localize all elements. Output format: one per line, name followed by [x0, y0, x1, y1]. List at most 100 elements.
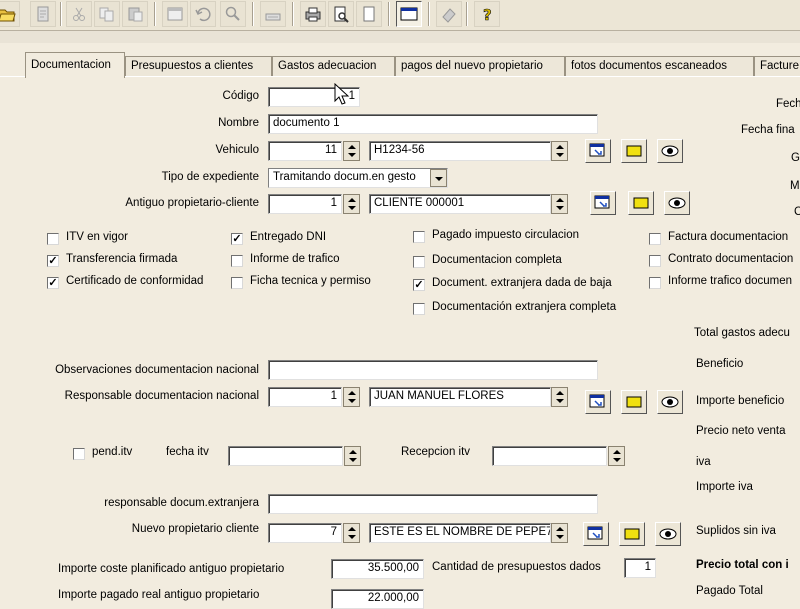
eye-icon: [668, 197, 686, 209]
chevron-down-icon[interactable]: [430, 169, 447, 187]
antiguo-open-button[interactable]: [628, 191, 654, 215]
antiguo-text-field[interactable]: CLIENTE 000001: [369, 194, 551, 214]
antiguo-id-field[interactable]: 1: [268, 194, 342, 214]
informe-trafico-doc-checkbox[interactable]: [649, 277, 661, 289]
vehiculo-view-button[interactable]: [657, 139, 683, 163]
nuevo-view-button[interactable]: [655, 522, 681, 546]
impuesto-label: Pagado impuesto circulacion: [432, 229, 580, 241]
tab-gastos-adecuacion[interactable]: Gastos adecuacion: [272, 56, 395, 77]
eraser-icon[interactable]: [436, 1, 462, 27]
vehiculo-text-field[interactable]: H1234-56: [369, 141, 551, 161]
paste-icon[interactable]: [122, 1, 148, 27]
properties-icon[interactable]: [260, 1, 286, 27]
fecha-itv-spinner[interactable]: [344, 446, 361, 466]
responsable-view-button[interactable]: [657, 390, 683, 414]
eye-icon: [659, 528, 677, 540]
antiguo-lookup-button[interactable]: [590, 191, 616, 215]
right-label-m: M: [790, 180, 800, 192]
print-preview-icon[interactable]: [328, 1, 354, 27]
find-icon[interactable]: [220, 1, 246, 27]
tipo-select[interactable]: Tramitando docum.en gesto: [268, 168, 448, 188]
tab-presupuestos[interactable]: Presupuestos a clientes: [125, 56, 272, 77]
responsable-spinner[interactable]: [343, 387, 360, 407]
vehiculo-spinner[interactable]: [343, 141, 360, 161]
importe-pagado-label: Importe pagado real antiguo propietario: [58, 589, 260, 601]
antiguo-spinner[interactable]: [343, 194, 360, 214]
vehiculo-open-button[interactable]: [621, 139, 647, 163]
new-record-icon[interactable]: [30, 1, 56, 27]
vehiculo-text-spinner[interactable]: [551, 141, 568, 161]
form-view-icon[interactable]: [396, 1, 422, 27]
importe-coste-field[interactable]: 35.500,00: [331, 559, 424, 579]
nombre-field[interactable]: documento 1: [268, 114, 598, 134]
svg-text:?: ?: [483, 6, 492, 23]
help-icon[interactable]: ?: [474, 1, 500, 27]
print-icon[interactable]: [300, 1, 326, 27]
vehiculo-label: Vehiculo: [215, 144, 259, 156]
folder-icon: [626, 145, 642, 157]
nuevo-open-button[interactable]: [619, 522, 645, 546]
nuevo-lookup-button[interactable]: [583, 522, 609, 546]
contrato-doc-label: Contrato documentacion: [668, 253, 794, 265]
tab-pagos[interactable]: pagos del nuevo propietario: [395, 56, 565, 77]
folder-open-icon[interactable]: [0, 1, 20, 27]
nuevo-id-field[interactable]: 7: [268, 523, 342, 543]
importe-pagado-field[interactable]: 22.000,00: [331, 589, 424, 609]
dni-checkbox[interactable]: ✓: [231, 233, 243, 245]
cut-icon[interactable]: [66, 1, 92, 27]
nuevo-spinner[interactable]: [343, 523, 360, 543]
vehiculo-lookup-button[interactable]: [585, 139, 611, 163]
factura-doc-label: Factura documentacion: [668, 231, 789, 243]
responsable-lookup-button[interactable]: [585, 390, 611, 414]
resp-extranjera-field[interactable]: [268, 494, 598, 514]
fecha-itv-label: fecha itv: [166, 446, 209, 458]
tab-fotos[interactable]: fotos documentos escaneados: [565, 56, 754, 77]
undo-icon[interactable]: [190, 1, 216, 27]
blank-page-icon[interactable]: [356, 1, 382, 27]
certificado-checkbox[interactable]: ✓: [47, 277, 59, 289]
vehiculo-id-field[interactable]: 11: [268, 141, 342, 161]
right-label-iva: iva: [696, 456, 711, 468]
itv-vigor-checkbox[interactable]: [47, 233, 59, 245]
nuevo-text-spinner[interactable]: [551, 523, 568, 543]
informe-trafico-label: Informe de trafico: [250, 253, 340, 265]
antiguo-view-button[interactable]: [664, 191, 690, 215]
informe-trafico-checkbox[interactable]: [231, 255, 243, 267]
responsable-id-field[interactable]: 1: [268, 387, 342, 407]
nuevo-label: Nuevo propietario cliente: [131, 523, 259, 535]
folder-icon: [626, 396, 642, 408]
antiguo-text-spinner[interactable]: [551, 194, 568, 214]
tab-documentacion[interactable]: Documentacion: [25, 52, 125, 78]
contrato-doc-checkbox[interactable]: [649, 255, 661, 267]
informe-trafico-doc-label: Informe trafico documen: [668, 275, 793, 287]
copy-icon[interactable]: [94, 1, 120, 27]
doc-extranjera-label: Documentación extranjera completa: [432, 301, 617, 313]
transferencia-checkbox[interactable]: ✓: [47, 255, 59, 267]
fecha-itv-field[interactable]: [228, 446, 343, 466]
tab-factura[interactable]: Facture: [754, 56, 800, 77]
factura-doc-checkbox[interactable]: [649, 233, 661, 245]
responsable-text-spinner[interactable]: [551, 387, 568, 407]
ficha-tecnica-checkbox[interactable]: [231, 277, 243, 289]
responsable-label: Responsable documentacion nacional: [64, 390, 259, 402]
lookup-icon: [587, 526, 603, 540]
doc-baja-checkbox[interactable]: ✓: [413, 279, 425, 291]
observaciones-field[interactable]: [268, 360, 598, 380]
pend-itv-label: pend.itv: [92, 446, 133, 458]
right-label-pagado-total: Pagado Total: [696, 585, 763, 597]
right-label-total-gastos: Total gastos adecu: [694, 327, 790, 339]
mouse-cursor-icon: [334, 83, 350, 105]
doc-extranjera-checkbox[interactable]: [413, 303, 425, 315]
antiguo-label: Antiguo propietario-cliente: [125, 197, 259, 209]
responsable-open-button[interactable]: [621, 390, 647, 414]
pend-itv-checkbox[interactable]: [73, 448, 85, 460]
responsable-text-field[interactable]: JUAN MANUEL FLORES: [369, 387, 551, 407]
nuevo-text-field[interactable]: ESTE ES EL NOMBRE DE PEPE7: [369, 523, 551, 543]
recepcion-itv-field[interactable]: [492, 446, 607, 466]
impuesto-checkbox[interactable]: [413, 231, 425, 243]
recepcion-itv-spinner[interactable]: [608, 446, 625, 466]
window-icon[interactable]: [162, 1, 188, 27]
cantidad-field[interactable]: 1: [624, 558, 656, 578]
doc-completa-checkbox[interactable]: [413, 256, 425, 268]
transferencia-label: Transferencia firmada: [66, 253, 178, 265]
